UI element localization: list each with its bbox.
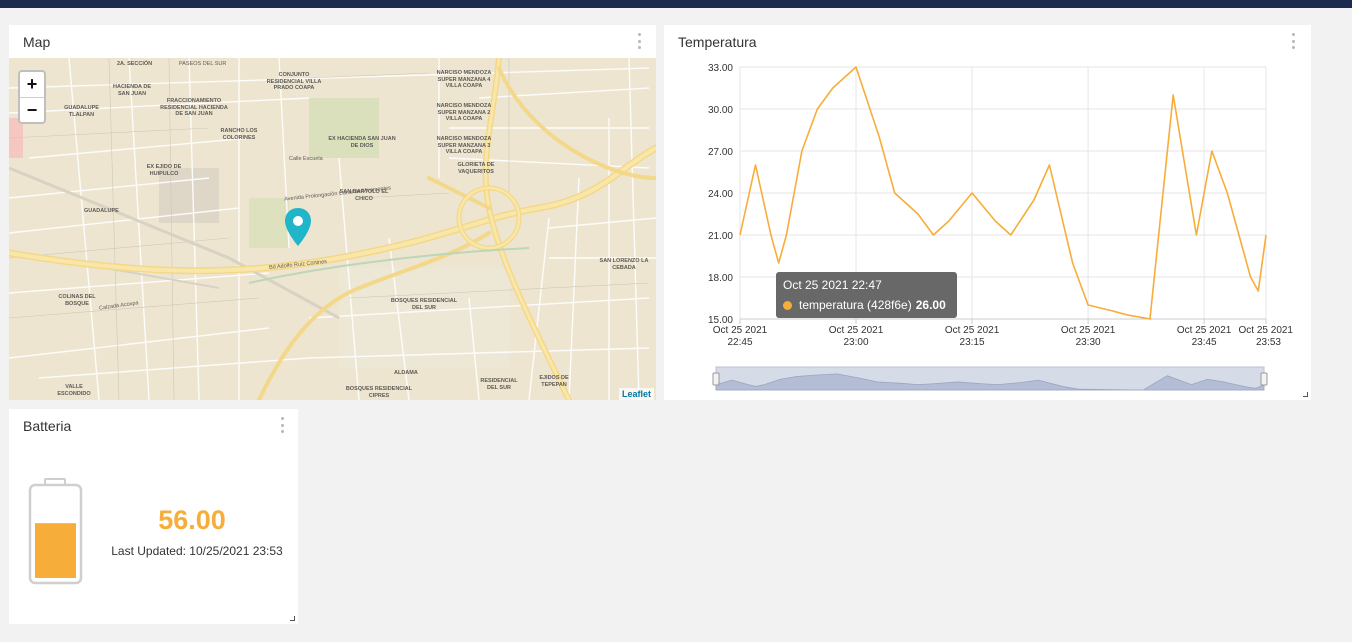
map-label: EJIDOS DE TEPEPAN <box>539 375 569 388</box>
map-label: HACIENDA DE SAN JUAN <box>113 84 151 97</box>
x-tick-label: 23:15 <box>960 337 985 348</box>
map-label: FRACCIONAMIENTO RESIDENCIAL HACIENDA DE … <box>160 98 228 117</box>
map-label: GUADALUPE TLALPAN <box>64 105 99 118</box>
map-label: RANCHO LOS COLORINES <box>220 128 258 141</box>
x-tick-label: 23:45 <box>1192 337 1217 348</box>
x-tick-label: Oct 25 2021 <box>1177 325 1232 336</box>
x-tick-label: 23:00 <box>844 337 869 348</box>
map-widget: Map 2A. SECCIÓN PASEOS DEL SUR CONJUNTO … <box>9 25 656 400</box>
map-label: 2A. SECCIÓN <box>117 61 153 67</box>
map-marker-icon[interactable] <box>284 207 312 247</box>
map-label: NARCISO MENDOZA SUPER MANZANA 3 VILLA CO… <box>436 136 492 155</box>
map-widget-title: Map <box>23 34 51 50</box>
y-tick-label: 21.00 <box>708 231 733 242</box>
map-label: EX EJIDO DE HUIPULCO <box>146 164 182 177</box>
x-tick-label: Oct 25 2021 <box>713 325 768 336</box>
tooltip-value: 26.00 <box>915 298 946 312</box>
tooltip-series-name: temperatura (428f6e) <box>799 298 912 312</box>
battery-widget: Batteria 56.00 Last Updated: 10/25/2021 … <box>9 409 298 624</box>
map-label: RESIDENCIAL DEL SUR <box>480 378 518 391</box>
temperature-chart[interactable]: 15.0018.0021.0024.0027.0030.0033.00 Oct … <box>664 25 1311 400</box>
map-label: PASEOS DEL SUR <box>179 61 227 67</box>
battery-icon <box>28 478 83 585</box>
map-label: BOSQUES RESIDENCIAL CIPRES <box>345 386 413 399</box>
temperature-widget: Temperatura 15.00 18.00 21.00 24.00 27.00 30.… <box>664 25 1311 400</box>
map-label: BOSQUES RESIDENCIAL DEL SUR <box>390 298 458 311</box>
x-tick-label: 22:45 <box>727 337 752 348</box>
map-label: EX HACIENDA SAN JUAN DE DIOS <box>328 136 396 149</box>
y-tick-label: 27.00 <box>708 147 733 158</box>
y-tick-label: 24.00 <box>708 189 733 200</box>
map-label: NARCISO MENDOZA SUPER MANZANA 2 VILLA CO… <box>436 103 492 122</box>
y-tick-label: 18.00 <box>708 273 733 284</box>
map-label: CONJUNTO RESIDENCIAL VILLA PRADO COAPA <box>266 72 322 91</box>
map-label: COLINAS DEL BOSQUE <box>58 294 96 307</box>
tooltip-time: Oct 25 2021 22:47 <box>783 278 882 292</box>
top-navigation-bar <box>0 0 1352 8</box>
x-tick-label: Oct 25 2021 <box>945 325 1000 336</box>
chart-tooltip: Oct 25 2021 22:47 temperatura (428f6e) 2… <box>776 272 957 318</box>
zoom-out-button[interactable]: − <box>20 97 44 122</box>
navigator-handle <box>1260 372 1268 386</box>
x-tick-label: Oct 25 2021 <box>829 325 884 336</box>
map-label: NARCISO MENDOZA SUPER MANZANA 4 VILLA CO… <box>436 70 492 89</box>
map-widget-menu-icon[interactable] <box>636 33 642 49</box>
y-tick-label: 33.00 <box>708 63 733 74</box>
tooltip-series-dot <box>783 300 792 310</box>
battery-widget-menu-icon[interactable] <box>279 417 285 433</box>
leaflet-attribution-link[interactable]: Leaflet <box>618 388 654 400</box>
battery-value: 56.00 <box>158 505 226 535</box>
x-tick-label: 23:30 <box>1076 337 1101 348</box>
x-tick-label: Oct 25 2021 <box>1239 325 1294 336</box>
map-zoom-control: + − <box>18 70 46 124</box>
x-tick-label: Oct 25 2021 <box>1061 325 1116 336</box>
battery-last-updated: Last Updated: 10/25/2021 23:53 <box>111 544 283 558</box>
map-label: SAN LORENZO LA CEBADA <box>599 258 649 271</box>
x-tick-label: 23:53 <box>1256 337 1281 348</box>
battery-widget-resize-handle[interactable] <box>290 616 295 621</box>
map-label: ALDAMA <box>394 370 418 376</box>
map-canvas[interactable]: 2A. SECCIÓN PASEOS DEL SUR CONJUNTO RESI… <box>9 58 656 400</box>
navigator-handle <box>712 372 720 386</box>
map-label: GUADALUPE <box>84 208 119 214</box>
battery-level-fill <box>35 523 76 578</box>
map-label: VALLE ESCONDIDO <box>57 384 91 397</box>
map-tiles <box>9 58 656 400</box>
map-label: Calle Escuela <box>289 156 323 162</box>
y-tick-label: 30.00 <box>708 105 733 116</box>
battery-widget-title: Batteria <box>23 418 72 434</box>
temperature-widget-resize-handle[interactable] <box>1303 392 1308 397</box>
zoom-in-button[interactable]: + <box>20 72 44 97</box>
map-label: GLORIETA DE VAQUERITOS <box>457 162 495 175</box>
